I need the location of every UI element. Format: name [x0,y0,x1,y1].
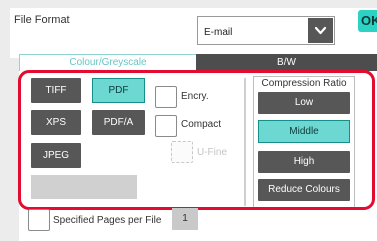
ok-button[interactable]: OK [358,10,377,32]
file-format-label: File Format [14,14,70,26]
specified-pages-label: Specified Pages per File [53,215,162,226]
file-format-value: E-mail [204,27,233,38]
chevron-down-icon [314,26,327,35]
tab-bw[interactable]: B/W [196,54,377,71]
pages-per-file-value[interactable]: 1 [172,208,198,230]
highlight-frame [18,70,375,210]
dropdown-button[interactable] [308,18,333,43]
file-format-select[interactable]: E-mail [197,16,335,45]
tab-colour-greyscale[interactable]: Colour/Greyscale [19,54,196,71]
specified-pages-checkbox[interactable] [28,209,50,231]
